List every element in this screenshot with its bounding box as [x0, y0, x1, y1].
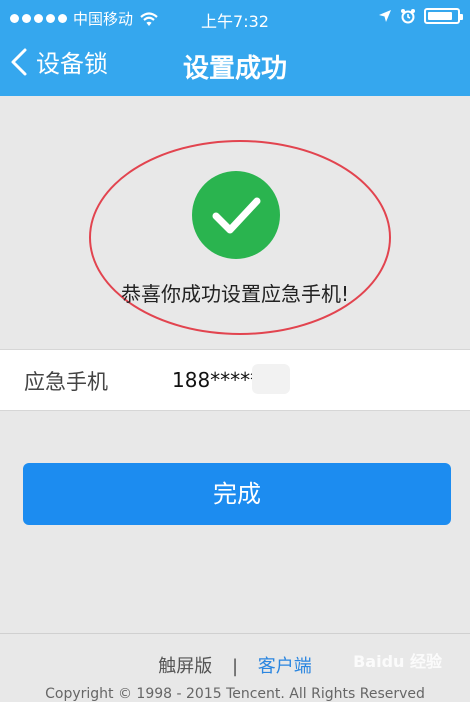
success-message: 恭喜你成功设置应急手机!	[120, 282, 350, 306]
emergency-phone-label: 应急手机	[24, 370, 108, 394]
touch-version-label: 触屏版	[158, 656, 213, 677]
redaction-blur	[252, 364, 290, 394]
status-bar: 中国移动 上午7:32	[0, 0, 470, 36]
footer-separator: |	[231, 656, 239, 677]
emergency-phone-row: 应急手机 188*****	[0, 349, 470, 411]
checkmark-icon	[212, 197, 261, 234]
location-arrow-icon	[379, 10, 391, 22]
battery-icon	[424, 8, 463, 24]
success-panel: 恭喜你成功设置应急手机!	[0, 96, 470, 348]
battery-level	[428, 12, 452, 20]
success-check-icon	[192, 171, 280, 259]
alarm-icon	[401, 9, 415, 24]
page-title: 设置成功	[182, 54, 287, 84]
status-right	[378, 8, 463, 24]
done-button[interactable]: 完成	[23, 463, 451, 525]
nav-bar: 设备锁 设置成功	[0, 36, 470, 96]
emergency-phone-value: 188*****	[172, 368, 261, 392]
copyright-text: Copyright © 1998 - 2015 Tencent. All Rig…	[45, 686, 425, 702]
client-link[interactable]: 客户端	[258, 656, 312, 677]
watermark: Baidu 经验	[353, 652, 442, 671]
header: 中国移动 上午7:32 设备锁 设置成功	[0, 0, 470, 96]
